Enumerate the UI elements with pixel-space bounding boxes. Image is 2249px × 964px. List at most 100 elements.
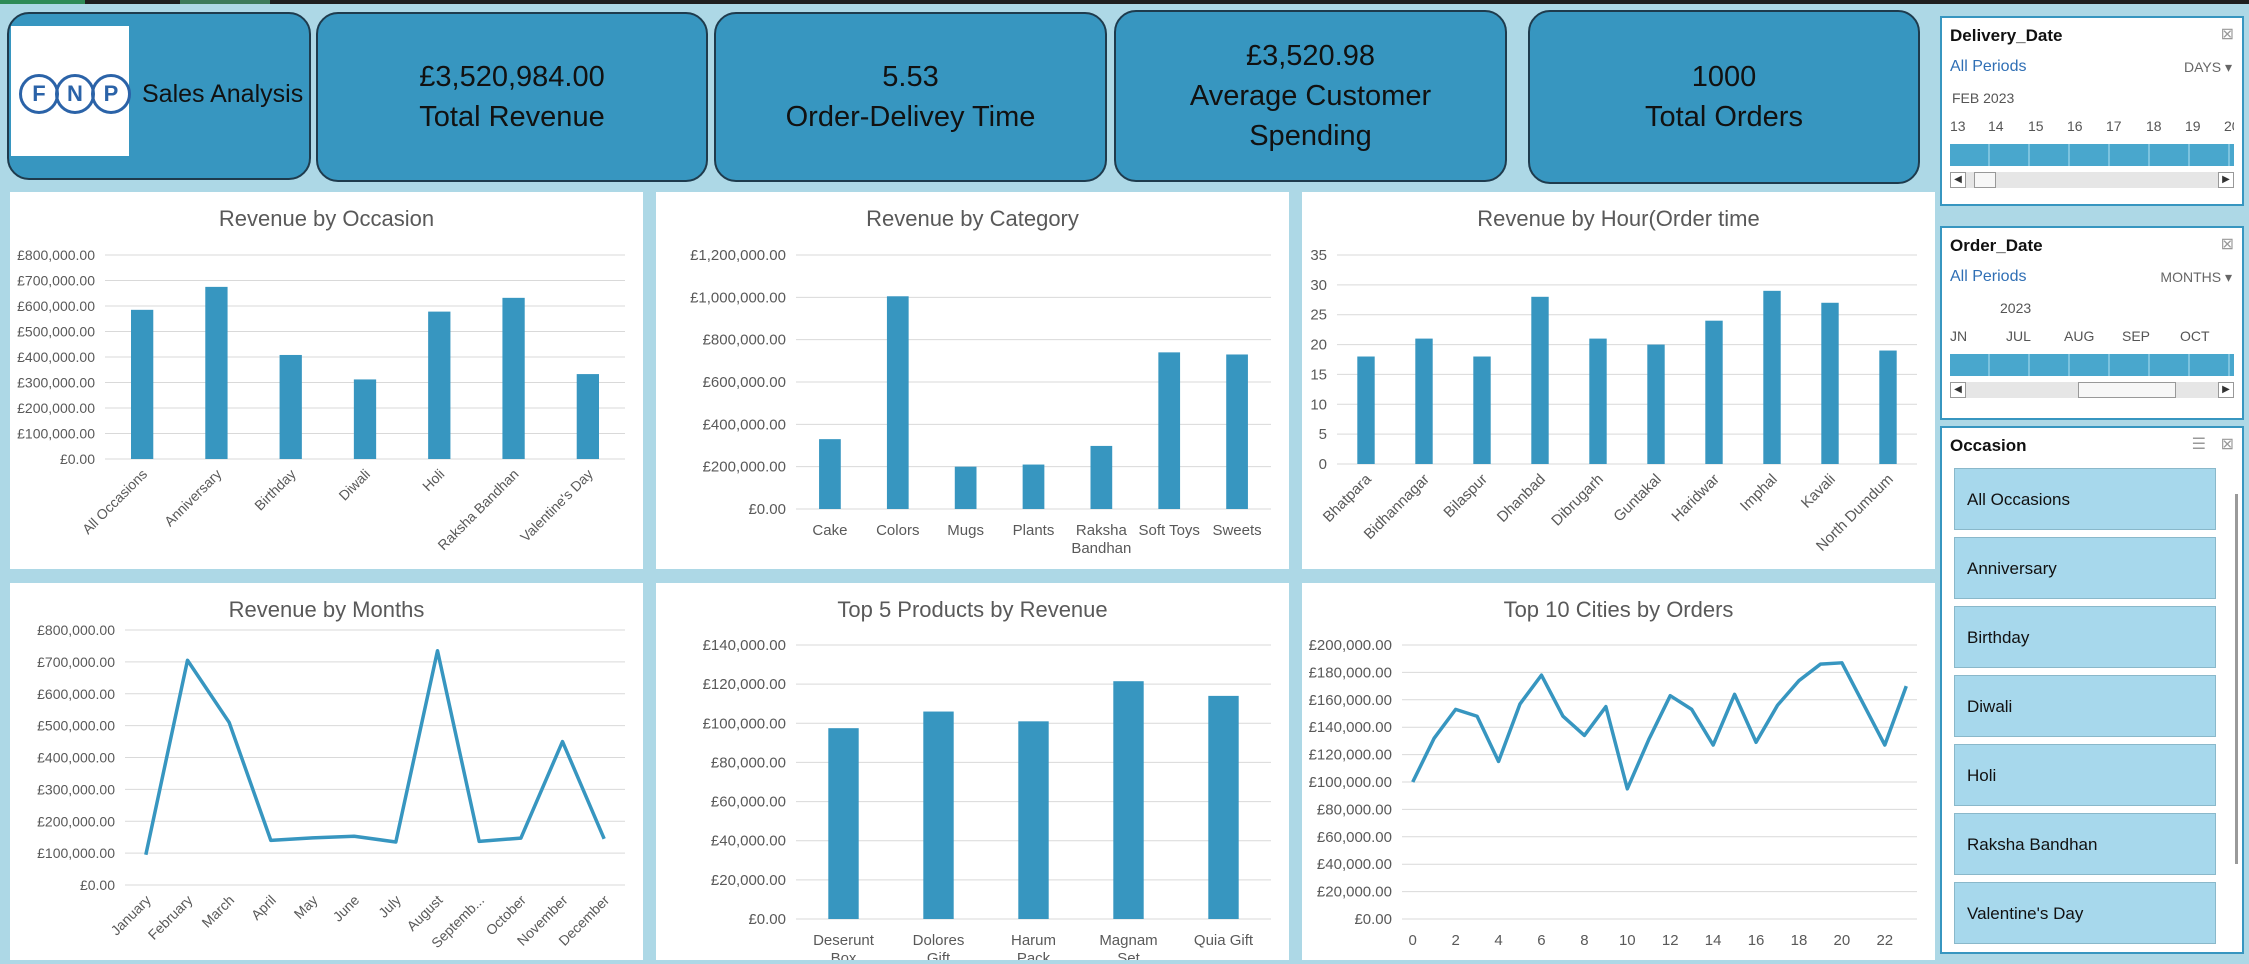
bar	[828, 728, 859, 919]
chart-panel-months[interactable]: Revenue by Months £0.00 £100,000.00 £200,0…	[10, 583, 643, 960]
slicer-title: Order_Date	[1950, 236, 2043, 255]
x-tick-label-line: Raksha	[1076, 522, 1128, 539]
scroll-thumb[interactable]	[1974, 172, 1996, 188]
x-tick-label-line: Pack	[1017, 950, 1051, 960]
x-tick-label: Bilaspur	[1440, 471, 1490, 521]
y-tick-label: 30	[1310, 277, 1327, 294]
y-tick-label: £180,000.00	[1309, 664, 1392, 681]
x-tick-label: Dibrugarh	[1548, 471, 1607, 530]
y-tick-label: £60,000.00	[711, 794, 786, 811]
x-tick-label-line: Harum	[1011, 932, 1056, 949]
slicer-scrollbar[interactable]	[2235, 494, 2238, 864]
x-tick-label: Magnam Set	[1099, 932, 1157, 960]
x-tick-label: Soft Toys	[1139, 522, 1200, 539]
x-tick-label: 4	[1494, 932, 1502, 949]
x-tick-label: Birthday	[251, 466, 299, 514]
x-tick-label: 16	[1748, 932, 1765, 949]
timeline-tick[interactable]: OCT	[2180, 328, 2210, 344]
bar	[1647, 344, 1665, 464]
timeline-tick[interactable]: 17	[2106, 118, 2122, 134]
y-tick-label: £700,000.00	[17, 273, 95, 289]
clear-filter-icon[interactable]: ⊠	[2221, 434, 2234, 454]
y-tick-label: 0	[1319, 456, 1327, 473]
order-date-slicer[interactable]: Order_Date ⊠ All Periods MONTHS ▾ 2023 J…	[1940, 226, 2244, 420]
timeline-tick[interactable]: SEP	[2122, 328, 2150, 344]
bar	[819, 439, 841, 509]
slicer-item-raksha-bandhan[interactable]: Raksha Bandhan	[1954, 813, 2216, 875]
bar	[1090, 445, 1113, 509]
bar	[1531, 296, 1549, 464]
x-tick-label: March	[198, 892, 237, 931]
timeline-tick[interactable]: 14	[1988, 118, 2004, 134]
delivery-date-slicer[interactable]: Delivery_Date ⊠ All Periods DAYS ▾ FEB 2…	[1940, 16, 2244, 206]
x-tick-label: Diwali	[335, 466, 373, 504]
clear-filter-icon[interactable]: ⊠	[2221, 234, 2234, 254]
chart-panel-hour[interactable]: Revenue by Hour(Order time 0 5 10 15 20 25 30 3…	[1302, 192, 1935, 569]
timeline-tick[interactable]: 20	[2224, 118, 2234, 134]
bar	[1158, 352, 1181, 509]
y-tick-label: £500,000.00	[17, 324, 95, 340]
timeline-bar[interactable]	[1950, 144, 2234, 166]
kpi-value: 5.53	[882, 61, 939, 93]
y-tick-label: £160,000.00	[1309, 692, 1392, 709]
slicer-item-valentines-day[interactable]: Valentine's Day	[1954, 882, 2216, 944]
slicer-item-all-occasions[interactable]: All Occasions	[1954, 468, 2216, 530]
chart-panel-cities[interactable]: Top 10 Cities by Orders £0.00 £20,000.00 £…	[1302, 583, 1935, 960]
chart-panel-category[interactable]: Revenue by Category £0.00 £200,000.00 £400…	[656, 192, 1289, 569]
slicer-item-anniversary[interactable]: Anniversary	[1954, 537, 2216, 599]
y-tick-label: £140,000.00	[703, 637, 786, 654]
y-tick-label: £600,000.00	[17, 298, 95, 314]
slicer-title: Occasion	[1950, 436, 2027, 455]
scroll-right-icon[interactable]: ▶	[2218, 172, 2234, 188]
timeline-tick[interactable]: JN	[1950, 328, 1967, 344]
y-tick-label: £300,000.00	[17, 375, 95, 391]
y-tick-label: £200,000.00	[1309, 637, 1392, 654]
kpi-label: Total Revenue	[419, 101, 605, 133]
top-products-chart: £0.00 £20,000.00 £40,000.00 £60,000.00 £80,0…	[703, 637, 1271, 960]
x-tick-label: May	[291, 892, 321, 922]
x-tick-label-line: Set	[1117, 950, 1140, 960]
y-tick-label: 10	[1310, 396, 1327, 413]
y-tick-label: £700,000.00	[37, 654, 115, 670]
slicer-title: Delivery_Date	[1950, 26, 2063, 45]
timeline-tick[interactable]: AUG	[2064, 328, 2094, 344]
x-tick-label-line: Cake	[812, 522, 847, 539]
y-tick-label: £0.00	[748, 911, 786, 928]
all-periods-label[interactable]: All Periods	[1950, 268, 2026, 286]
kpi-total-revenue: £3,520,984.00 Total Revenue	[316, 12, 708, 182]
timeline-tick[interactable]: 16	[2067, 118, 2083, 134]
timeline-tick[interactable]: 18	[2146, 118, 2162, 134]
timeline-scrollbar[interactable]: ◀ ▶	[1950, 382, 2234, 398]
slicer-item-holi[interactable]: Holi	[1954, 744, 2216, 806]
timeline-tick[interactable]: 15	[2028, 118, 2044, 134]
x-tick-label-line: Mugs	[947, 522, 984, 539]
timeline-tick[interactable]: JUL	[2006, 328, 2031, 344]
y-tick-label: £40,000.00	[1317, 856, 1392, 873]
occasion-slicer[interactable]: Occasion ☰ ⊠ All Occasions Anniversary B…	[1940, 426, 2244, 954]
scroll-thumb[interactable]	[2078, 382, 2176, 398]
scroll-left-icon[interactable]: ◀	[1950, 382, 1966, 398]
x-tick-label: 0	[1409, 932, 1417, 949]
timeline-scrollbar[interactable]: ◀ ▶	[1950, 172, 2234, 188]
all-periods-label[interactable]: All Periods	[1950, 58, 2026, 76]
y-tick-label: £400,000.00	[703, 416, 786, 433]
multi-select-icon[interactable]: ☰	[2192, 434, 2206, 454]
scroll-right-icon[interactable]: ▶	[2218, 382, 2234, 398]
slicer-item-diwali[interactable]: Diwali	[1954, 675, 2216, 737]
x-tick-label: 12	[1662, 932, 1679, 949]
slicer-item-birthday[interactable]: Birthday	[1954, 606, 2216, 668]
timeline-tick[interactable]: 13	[1950, 118, 1966, 134]
bar	[279, 354, 302, 459]
x-tick-label: 20	[1834, 932, 1851, 949]
timeline-bar[interactable]	[1950, 354, 2234, 376]
time-level-dropdown[interactable]: DAYS ▾	[2184, 59, 2232, 76]
x-tick-label: Raksha Bandhan	[434, 466, 521, 553]
x-tick-label: Guntakal	[1610, 471, 1664, 525]
x-tick-label: 2	[1451, 932, 1459, 949]
timeline-tick[interactable]: 19	[2185, 118, 2201, 134]
clear-filter-icon[interactable]: ⊠	[2221, 24, 2234, 44]
time-level-dropdown[interactable]: MONTHS ▾	[2160, 269, 2232, 286]
scroll-left-icon[interactable]: ◀	[1950, 172, 1966, 188]
chart-panel-occasion[interactable]: Revenue by Occasion £0.00 £100,000.00 £200…	[10, 192, 643, 569]
chart-panel-products[interactable]: Top 5 Products by Revenue £0.00 £20,000.0…	[656, 583, 1289, 960]
